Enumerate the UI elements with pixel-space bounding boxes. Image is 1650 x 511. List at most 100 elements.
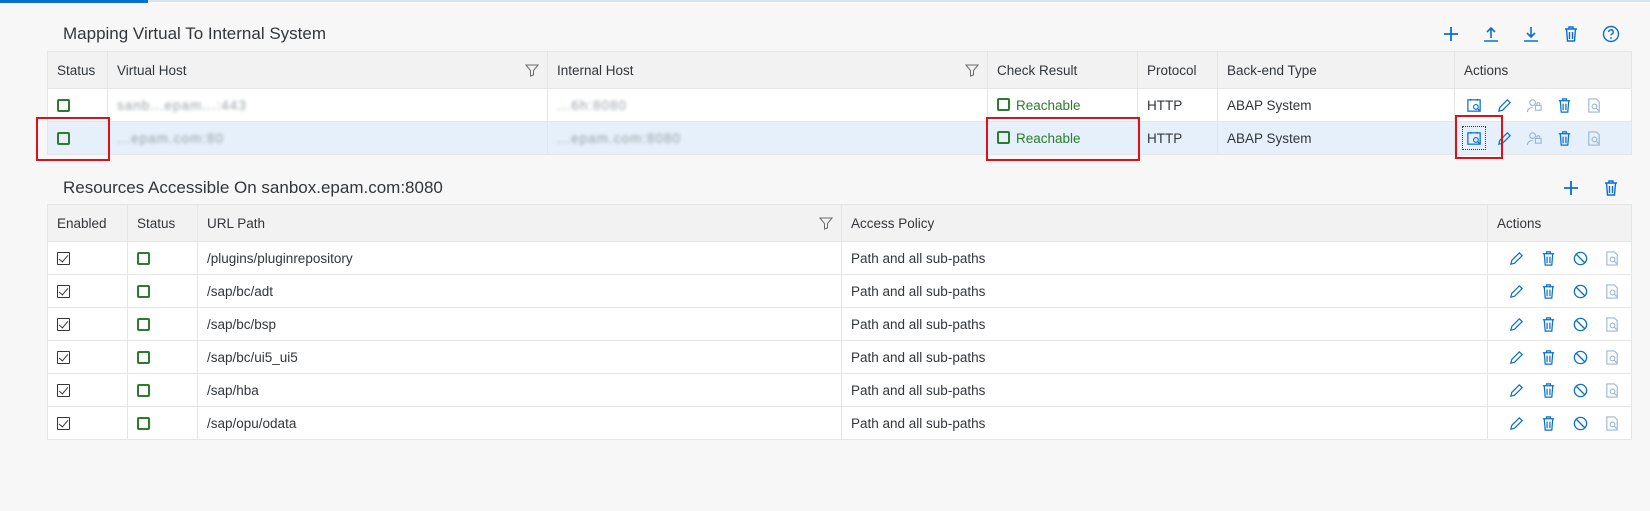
- resources-table: Enabled Status URL Path Access Policy Ac…: [47, 204, 1632, 440]
- edit-button[interactable]: [1494, 95, 1514, 115]
- column-header-access-policy[interactable]: Access Policy: [841, 204, 1488, 242]
- filter-icon[interactable]: [819, 216, 833, 230]
- view-log-button[interactable]: [1584, 128, 1604, 148]
- disable-button[interactable]: [1571, 380, 1591, 400]
- help-button[interactable]: [1591, 20, 1631, 48]
- column-header-backend-type[interactable]: Back-end Type: [1217, 51, 1455, 89]
- active-tab-indicator: [0, 0, 148, 3]
- document-search-icon: [1587, 130, 1600, 146]
- status-indicator: [57, 99, 70, 113]
- filter-icon[interactable]: [965, 63, 979, 77]
- access-policy-value: Path and all sub-paths: [841, 406, 1488, 440]
- table-row[interactable]: /sap/bc/ui5_ui5 Path and all sub-paths: [47, 340, 1632, 374]
- delete-resource-button[interactable]: [1591, 174, 1631, 202]
- column-header-virtual-host[interactable]: Virtual Host: [107, 51, 548, 89]
- table-row[interactable]: /sap/bc/bsp Path and all sub-paths: [47, 307, 1632, 341]
- edit-button[interactable]: [1507, 347, 1527, 367]
- upload-button[interactable]: [1471, 20, 1511, 48]
- view-log-button[interactable]: [1602, 347, 1622, 367]
- resources-header-row: Enabled Status URL Path Access Policy Ac…: [47, 204, 1632, 242]
- column-header-status[interactable]: Status: [127, 204, 198, 242]
- view-log-button[interactable]: [1584, 95, 1604, 115]
- table-row[interactable]: sanb...epam...:443 ...6h:8080 Reachable …: [47, 88, 1632, 122]
- view-log-button[interactable]: [1602, 380, 1622, 400]
- row-actions: [1497, 314, 1622, 334]
- edit-icon: [1510, 416, 1524, 430]
- delete-row-button[interactable]: [1539, 347, 1559, 367]
- delete-row-button[interactable]: [1539, 413, 1559, 433]
- edit-button[interactable]: [1507, 380, 1527, 400]
- disable-button[interactable]: [1571, 248, 1591, 268]
- table-row[interactable]: /sap/hba Path and all sub-paths: [47, 373, 1632, 407]
- edit-button[interactable]: [1507, 281, 1527, 301]
- principal-propagation-button[interactable]: [1524, 128, 1544, 148]
- filter-icon[interactable]: [525, 63, 539, 77]
- column-header-internal-host[interactable]: Internal Host: [547, 51, 988, 89]
- view-log-button[interactable]: [1602, 413, 1622, 433]
- table-row[interactable]: /sap/opu/odata Path and all sub-paths: [47, 406, 1632, 440]
- enabled-checkbox[interactable]: [57, 417, 70, 431]
- document-search-icon: [1587, 97, 1600, 113]
- view-log-button[interactable]: [1602, 248, 1622, 268]
- highlight-status-cell: [36, 117, 110, 161]
- disable-button[interactable]: [1571, 314, 1591, 334]
- resources-section-title: Resources Accessible On sanbox.epam.com:…: [63, 178, 443, 197]
- disable-icon: [1573, 416, 1588, 430]
- enabled-checkbox[interactable]: [57, 252, 70, 266]
- column-header-check-result[interactable]: Check Result: [987, 51, 1138, 89]
- document-search-icon: [1605, 382, 1618, 398]
- principal-propagation-button[interactable]: [1524, 95, 1544, 115]
- delete-row-button[interactable]: [1539, 380, 1559, 400]
- edit-button[interactable]: [1507, 314, 1527, 334]
- upload-icon: [1484, 26, 1498, 42]
- column-header-enabled[interactable]: Enabled: [47, 204, 128, 242]
- delete-row-button[interactable]: [1554, 128, 1574, 148]
- disable-icon: [1573, 317, 1588, 331]
- check-availability-button[interactable]: [1464, 95, 1484, 115]
- check-result-value: Reachable: [1016, 97, 1081, 113]
- column-header-protocol[interactable]: Protocol: [1137, 51, 1218, 89]
- status-indicator: [137, 384, 150, 398]
- disable-button[interactable]: [1571, 281, 1591, 301]
- table-row[interactable]: /plugins/pluginrepository Path and all s…: [47, 241, 1632, 275]
- edit-icon: [1510, 284, 1524, 298]
- enabled-checkbox[interactable]: [57, 351, 70, 365]
- mapping-header-row: Status Virtual Host Internal Host Check …: [47, 51, 1632, 89]
- view-log-button[interactable]: [1602, 281, 1622, 301]
- table-row-selected[interactable]: ...epam.com:80 ...epam.com:8080 Reachabl…: [47, 121, 1632, 155]
- delete-icon: [1558, 130, 1570, 146]
- enabled-checkbox[interactable]: [57, 384, 70, 398]
- highlight-check-button: [1455, 115, 1503, 159]
- delete-icon: [1605, 180, 1617, 196]
- delete-mapping-button[interactable]: [1551, 20, 1591, 48]
- delete-row-button[interactable]: [1554, 95, 1574, 115]
- edit-button[interactable]: [1507, 248, 1527, 268]
- disable-button[interactable]: [1571, 413, 1591, 433]
- highlight-check-result: [986, 117, 1140, 161]
- row-actions: [1497, 380, 1622, 400]
- add-mapping-button[interactable]: [1431, 20, 1471, 48]
- column-header-url-path[interactable]: URL Path: [197, 204, 842, 242]
- view-log-button[interactable]: [1602, 314, 1622, 334]
- access-policy-value: Path and all sub-paths: [841, 241, 1488, 275]
- url-path-value: /sap/bc/bsp: [197, 307, 842, 341]
- mapping-table: Status Virtual Host Internal Host Check …: [47, 51, 1632, 155]
- column-header-status[interactable]: Status: [47, 51, 108, 89]
- delete-row-button[interactable]: [1539, 314, 1559, 334]
- url-path-value: /sap/bc/ui5_ui5: [197, 340, 842, 374]
- enabled-checkbox[interactable]: [57, 318, 70, 332]
- delete-row-button[interactable]: [1539, 248, 1559, 268]
- add-resource-button[interactable]: [1551, 174, 1591, 202]
- document-search-icon: [1605, 250, 1618, 266]
- disable-button[interactable]: [1571, 347, 1591, 367]
- column-header-actions: Actions: [1454, 51, 1632, 89]
- enabled-checkbox[interactable]: [57, 285, 70, 299]
- user-lock-icon: [1526, 131, 1542, 145]
- download-button[interactable]: [1511, 20, 1551, 48]
- edit-button[interactable]: [1507, 413, 1527, 433]
- delete-row-button[interactable]: [1539, 281, 1559, 301]
- virtual-host-value: ...epam.com:80: [117, 130, 225, 146]
- reachable-status-icon: [997, 98, 1010, 112]
- table-row[interactable]: /sap/bc/adt Path and all sub-paths: [47, 274, 1632, 308]
- url-path-value: /sap/hba: [197, 373, 842, 407]
